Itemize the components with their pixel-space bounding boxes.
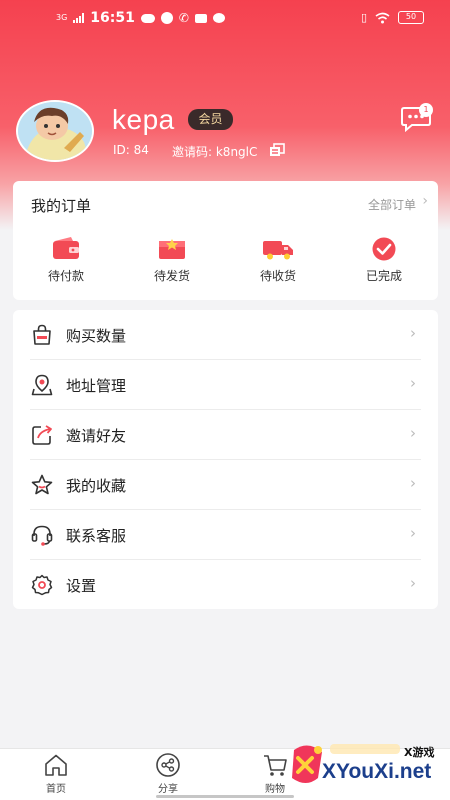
menu-item-label: 设置 bbox=[66, 577, 97, 595]
order-pending-payment[interactable]: 待付款 bbox=[13, 237, 119, 284]
menu-item-settings[interactable]: 设置 › bbox=[13, 560, 438, 610]
cloud-icon bbox=[140, 13, 155, 23]
menu-card: 购买数量 › 地址管理 › 邀请好友 › 我的收藏 › 联系客服 › 设置 › bbox=[13, 310, 438, 609]
order-pending-receipt[interactable]: 待收货 bbox=[225, 237, 331, 284]
tab-share[interactable]: 分享 bbox=[133, 753, 203, 795]
star-icon bbox=[31, 474, 53, 495]
shopping-bag-icon bbox=[33, 324, 51, 345]
status-left: 3G 16:51 ✆ bbox=[56, 10, 225, 26]
tab-share-label: 分享 bbox=[158, 784, 178, 795]
status-time: 16:51 bbox=[90, 10, 135, 26]
signal-icon bbox=[73, 13, 85, 23]
wifi-icon bbox=[375, 12, 390, 23]
vibrate-icon: ▯ bbox=[360, 11, 367, 24]
home-indicator bbox=[156, 795, 294, 798]
network-type: 3G bbox=[56, 13, 68, 22]
chevron-right-icon: › bbox=[410, 374, 416, 392]
phone-icon: ✆ bbox=[178, 11, 189, 25]
battery-icon: 50 bbox=[398, 11, 424, 24]
copy-icon[interactable] bbox=[269, 143, 285, 157]
chevron-right-icon: › bbox=[410, 424, 416, 442]
chevron-right-icon: › bbox=[410, 574, 416, 592]
status-right: ▯ 50 bbox=[361, 11, 424, 24]
menu-item-purchase-quantity[interactable]: 购买数量 › bbox=[13, 310, 438, 360]
chevron-right-icon: › bbox=[422, 193, 428, 209]
member-badge: 会员 bbox=[188, 109, 233, 130]
delivery-truck-icon bbox=[263, 241, 293, 260]
watermark-text: XYouXi.net bbox=[322, 760, 432, 783]
all-orders-link[interactable]: 全部订单 bbox=[368, 196, 416, 213]
tab-home[interactable]: 首页 bbox=[21, 753, 91, 795]
status-bar: 3G 16:51 ✆ ▯ 50 bbox=[0, 0, 450, 38]
share-icon bbox=[156, 753, 180, 777]
menu-item-label: 购买数量 bbox=[66, 327, 127, 345]
username: kepa bbox=[112, 104, 175, 135]
menu-item-label: 我的收藏 bbox=[66, 477, 127, 495]
menu-item-label: 地址管理 bbox=[66, 377, 127, 395]
tab-home-label: 首页 bbox=[46, 784, 66, 795]
menu-item-invite-friends[interactable]: 邀请好友 › bbox=[13, 410, 438, 460]
share-arrow-icon bbox=[32, 425, 52, 445]
compass-icon bbox=[160, 12, 173, 24]
gear-icon bbox=[31, 574, 53, 596]
invite-code: 邀请码: k8nglC bbox=[172, 145, 258, 159]
order-pending-shipment-label: 待发货 bbox=[153, 269, 190, 283]
order-pending-shipment[interactable]: 待发货 bbox=[119, 237, 225, 284]
home-icon bbox=[45, 754, 67, 776]
menu-item-label: 联系客服 bbox=[66, 527, 127, 545]
menu-item-customer-service[interactable]: 联系客服 › bbox=[13, 510, 438, 560]
avatar[interactable] bbox=[16, 100, 94, 162]
chevron-right-icon: › bbox=[410, 324, 416, 342]
watermark-top-text: X游戏 bbox=[404, 746, 435, 759]
nfc-icon bbox=[194, 13, 207, 23]
gift-box-icon bbox=[159, 239, 185, 259]
menu-item-my-favorites[interactable]: 我的收藏 › bbox=[13, 460, 438, 510]
orders-title: 我的订单 bbox=[31, 197, 92, 215]
order-completed-label: 已完成 bbox=[365, 269, 402, 283]
menu-item-address-management[interactable]: 地址管理 › bbox=[13, 360, 438, 410]
orders-card: 我的订单 全部订单 › 待付款 待发货 待收货 已完成 bbox=[13, 181, 438, 300]
order-pending-payment-label: 待付款 bbox=[47, 269, 84, 283]
wallet-icon bbox=[53, 237, 79, 259]
location-pin-icon bbox=[31, 374, 53, 396]
order-pending-receipt-label: 待收货 bbox=[259, 269, 296, 283]
headset-icon bbox=[31, 525, 53, 546]
chevron-right-icon: › bbox=[410, 474, 416, 492]
check-circle-icon bbox=[372, 237, 396, 261]
menu-item-label: 邀请好友 bbox=[66, 427, 127, 445]
user-id: ID: 84 bbox=[113, 143, 149, 157]
message-count-badge: 1 bbox=[419, 103, 433, 117]
chat-bubble-icon bbox=[212, 13, 225, 23]
order-completed[interactable]: 已完成 bbox=[331, 237, 437, 284]
chevron-right-icon: › bbox=[410, 524, 416, 542]
